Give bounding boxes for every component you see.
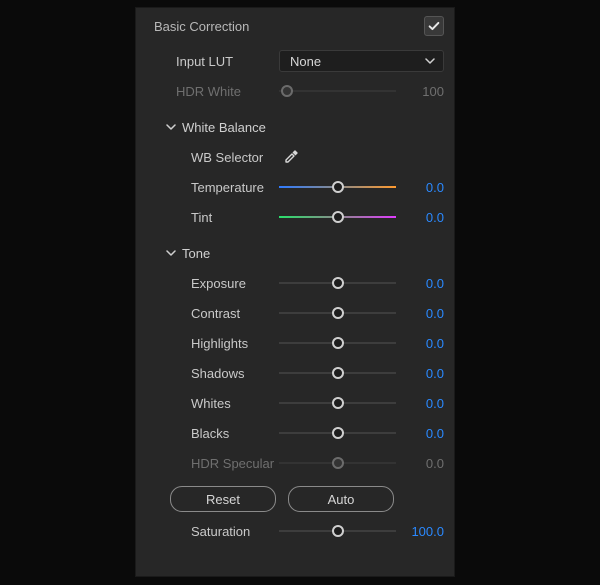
hdr-specular-value: 0.0 bbox=[396, 456, 444, 471]
panel-body: Input LUT None HDR White 100 bbox=[136, 46, 454, 546]
tint-row: Tint 0.0 bbox=[136, 202, 444, 232]
tone-buttons: Reset Auto bbox=[136, 478, 444, 516]
shadows-slider[interactable] bbox=[279, 364, 396, 382]
hdr-specular-label: HDR Specular bbox=[191, 456, 279, 471]
tint-slider[interactable] bbox=[279, 208, 396, 226]
temperature-slider[interactable] bbox=[279, 178, 396, 196]
saturation-label: Saturation bbox=[191, 524, 279, 539]
white-balance-title: White Balance bbox=[182, 120, 266, 135]
whites-label: Whites bbox=[191, 396, 279, 411]
hdr-white-slider bbox=[279, 82, 396, 100]
auto-button[interactable]: Auto bbox=[288, 486, 394, 512]
basic-correction-panel: Basic Correction Input LUT None HDR Whit… bbox=[135, 7, 455, 577]
blacks-row: Blacks 0.0 bbox=[136, 418, 444, 448]
hdr-specular-row: HDR Specular 0.0 bbox=[136, 448, 444, 478]
highlights-value[interactable]: 0.0 bbox=[396, 336, 444, 351]
chevron-down-icon bbox=[164, 248, 178, 258]
blacks-label: Blacks bbox=[191, 426, 279, 441]
exposure-slider[interactable] bbox=[279, 274, 396, 292]
saturation-slider[interactable] bbox=[279, 522, 396, 540]
hdr-specular-slider bbox=[279, 454, 396, 472]
chevron-down-icon bbox=[164, 122, 178, 132]
shadows-row: Shadows 0.0 bbox=[136, 358, 444, 388]
eyedropper-button[interactable] bbox=[279, 146, 303, 168]
blacks-value[interactable]: 0.0 bbox=[396, 426, 444, 441]
blacks-slider[interactable] bbox=[279, 424, 396, 442]
whites-slider[interactable] bbox=[279, 394, 396, 412]
temperature-value[interactable]: 0.0 bbox=[396, 180, 444, 195]
panel-enable-checkbox[interactable] bbox=[424, 16, 444, 36]
panel-title: Basic Correction bbox=[154, 19, 249, 34]
exposure-row: Exposure 0.0 bbox=[136, 268, 444, 298]
input-lut-label: Input LUT bbox=[176, 54, 279, 69]
tint-value[interactable]: 0.0 bbox=[396, 210, 444, 225]
whites-row: Whites 0.0 bbox=[136, 388, 444, 418]
input-lut-value: None bbox=[290, 54, 321, 69]
contrast-value[interactable]: 0.0 bbox=[396, 306, 444, 321]
white-balance-section-header[interactable]: White Balance bbox=[136, 112, 444, 142]
highlights-slider[interactable] bbox=[279, 334, 396, 352]
tint-label: Tint bbox=[191, 210, 279, 225]
wb-selector-row: WB Selector bbox=[136, 142, 444, 172]
saturation-value[interactable]: 100.0 bbox=[396, 524, 444, 539]
eyedropper-icon bbox=[283, 149, 299, 165]
exposure-label: Exposure bbox=[191, 276, 279, 291]
contrast-slider[interactable] bbox=[279, 304, 396, 322]
check-icon bbox=[427, 19, 441, 33]
contrast-row: Contrast 0.0 bbox=[136, 298, 444, 328]
whites-value[interactable]: 0.0 bbox=[396, 396, 444, 411]
shadows-value[interactable]: 0.0 bbox=[396, 366, 444, 381]
panel-header: Basic Correction bbox=[136, 14, 454, 46]
exposure-value[interactable]: 0.0 bbox=[396, 276, 444, 291]
tone-section-header[interactable]: Tone bbox=[136, 238, 444, 268]
tone-title: Tone bbox=[182, 246, 210, 261]
reset-button[interactable]: Reset bbox=[170, 486, 276, 512]
contrast-label: Contrast bbox=[191, 306, 279, 321]
temperature-row: Temperature 0.0 bbox=[136, 172, 444, 202]
temperature-label: Temperature bbox=[191, 180, 279, 195]
input-lut-dropdown[interactable]: None bbox=[279, 50, 444, 72]
highlights-label: Highlights bbox=[191, 336, 279, 351]
saturation-row: Saturation 100.0 bbox=[136, 516, 444, 546]
wb-selector-label: WB Selector bbox=[191, 150, 279, 165]
highlights-row: Highlights 0.0 bbox=[136, 328, 444, 358]
chevron-down-icon bbox=[425, 54, 435, 69]
shadows-label: Shadows bbox=[191, 366, 279, 381]
hdr-white-row: HDR White 100 bbox=[136, 76, 444, 106]
hdr-white-label: HDR White bbox=[176, 84, 279, 99]
input-lut-row: Input LUT None bbox=[136, 46, 444, 76]
hdr-white-value: 100 bbox=[396, 84, 444, 99]
